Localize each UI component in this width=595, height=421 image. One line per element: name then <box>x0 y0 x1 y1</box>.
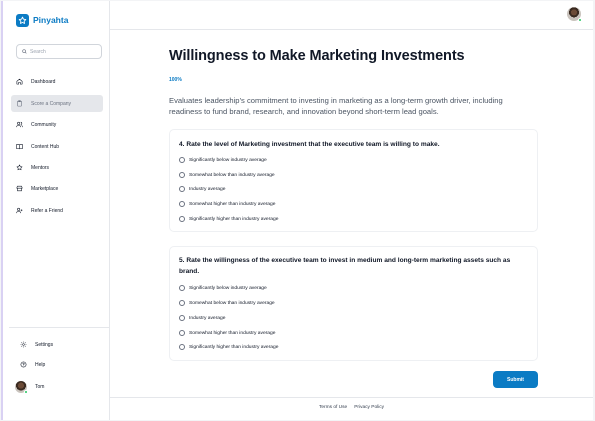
star-logo-icon <box>16 13 29 27</box>
sidebar-item-dashboard[interactable]: Dashboard <box>11 73 103 90</box>
radio-button[interactable] <box>179 330 185 336</box>
radio-button[interactable] <box>179 157 185 163</box>
user-plus-icon <box>16 207 23 214</box>
search-input[interactable] <box>30 48 100 55</box>
option-somewhat-higher[interactable]: Somewhat higher than industry average <box>179 330 275 336</box>
radio-button[interactable] <box>179 315 185 321</box>
radio-button[interactable] <box>179 216 185 222</box>
sidebar-item-refer-a-friend[interactable]: Refer a Friend <box>11 202 103 219</box>
option-significantly-higher[interactable]: Significantly higher than industry avera… <box>179 216 278 222</box>
app-window: Pinyahta Dashboard Score a Company Commu… <box>1 1 593 420</box>
brand-name: Pinyahta <box>33 15 69 25</box>
home-icon <box>16 78 23 85</box>
option-label: Industry average <box>189 186 226 192</box>
terms-of-use-link[interactable]: Terms of Use <box>319 405 347 410</box>
question-card: 5. Rate the willingness of the executive… <box>169 246 538 361</box>
option-significantly-higher[interactable]: Significantly higher than industry avera… <box>179 344 278 350</box>
star-icon <box>16 164 23 171</box>
option-significantly-below[interactable]: Significantly below industry average <box>179 285 267 291</box>
option-significantly-below[interactable]: Significantly below industry average <box>179 157 267 163</box>
option-label: Significantly higher than industry avera… <box>189 216 279 222</box>
radio-button[interactable] <box>179 285 185 291</box>
sidebar-item-help[interactable]: Help <box>15 356 107 373</box>
footer-divider <box>110 397 593 398</box>
radio-button[interactable] <box>179 186 185 192</box>
header-avatar[interactable] <box>567 7 582 22</box>
search-icon <box>22 49 27 54</box>
radio-button[interactable] <box>179 172 185 178</box>
option-label: Significantly higher than industry avera… <box>189 344 279 350</box>
sidebar-item-label: Settings <box>35 341 54 348</box>
clipboard-icon <box>17 100 22 107</box>
sidebar-item-settings[interactable]: Settings <box>15 336 107 353</box>
brand[interactable]: Pinyahta <box>16 12 68 28</box>
main-content: Willingness to Make Marketing Investment… <box>110 30 593 420</box>
option-label: Significantly below industry average <box>189 157 267 163</box>
option-label: Industry average <box>189 315 226 321</box>
option-label: Somewhat below than industry average <box>189 172 275 178</box>
option-industry-average[interactable]: Industry average <box>179 315 225 321</box>
question-text: 5. Rate the willingness of the executive… <box>179 257 511 275</box>
avatar <box>15 381 28 394</box>
sidebar-item-marketplace[interactable]: Marketplace <box>11 180 103 197</box>
option-label: Somewhat higher than industry average <box>189 330 276 336</box>
gear-icon <box>20 341 27 348</box>
page-title: Willingness to Make Marketing Investment… <box>169 48 465 64</box>
store-icon <box>16 185 23 192</box>
sidebar-item-community[interactable]: Community <box>11 116 103 133</box>
option-somewhat-below[interactable]: Somewhat below than industry average <box>179 172 275 178</box>
search-box[interactable] <box>16 44 102 59</box>
sidebar-item-label: Score a Company <box>31 100 72 107</box>
sidebar-item-label: Refer a Friend <box>31 207 63 214</box>
user-name: Tom <box>35 384 45 390</box>
sidebar-item-label: Help <box>35 361 46 368</box>
question-text: 4. Rate the level of Marketing investmen… <box>179 141 440 148</box>
footer: Terms of Use Privacy Policy <box>110 405 593 410</box>
sidebar-item-label: Marketplace <box>31 185 59 192</box>
book-icon <box>16 143 23 150</box>
submit-button[interactable]: Submit <box>493 371 538 388</box>
option-label: Significantly below industry average <box>189 285 267 291</box>
option-somewhat-below[interactable]: Somewhat below than industry average <box>179 300 275 306</box>
sidebar-divider <box>9 327 112 328</box>
user-profile[interactable]: Tom <box>15 381 45 394</box>
sidebar-item-label: Community <box>31 121 57 128</box>
sidebar-item-content-hub[interactable]: Content Hub <box>11 138 103 155</box>
privacy-policy-link[interactable]: Privacy Policy <box>354 405 384 410</box>
sidebar-item-mentors[interactable]: Mentors <box>11 159 103 176</box>
radio-button[interactable] <box>179 300 185 306</box>
help-circle-icon <box>20 361 27 368</box>
sidebar-item-score-a-company[interactable]: Score a Company <box>11 95 103 112</box>
online-status-dot <box>24 390 28 394</box>
option-label: Somewhat below than industry average <box>189 300 275 306</box>
section-description: Evaluates leadership’s commitment to inv… <box>169 96 503 116</box>
option-industry-average[interactable]: Industry average <box>179 186 225 192</box>
sidebar-item-label: Content Hub <box>31 143 60 150</box>
sidebar-item-label: Dashboard <box>31 78 56 85</box>
option-somewhat-higher[interactable]: Somewhat higher than industry average <box>179 201 275 207</box>
sidebar: Pinyahta Dashboard Score a Company Commu… <box>3 1 112 420</box>
option-label: Somewhat higher than industry average <box>189 201 276 207</box>
users-icon <box>16 121 23 128</box>
online-status-dot <box>578 18 582 22</box>
sidebar-item-label: Mentors <box>31 164 50 171</box>
radio-button[interactable] <box>179 344 185 350</box>
top-bar <box>110 1 593 30</box>
progress-percent: 100% <box>169 77 182 83</box>
question-card: 4. Rate the level of Marketing investmen… <box>169 129 538 232</box>
radio-button[interactable] <box>179 201 185 207</box>
